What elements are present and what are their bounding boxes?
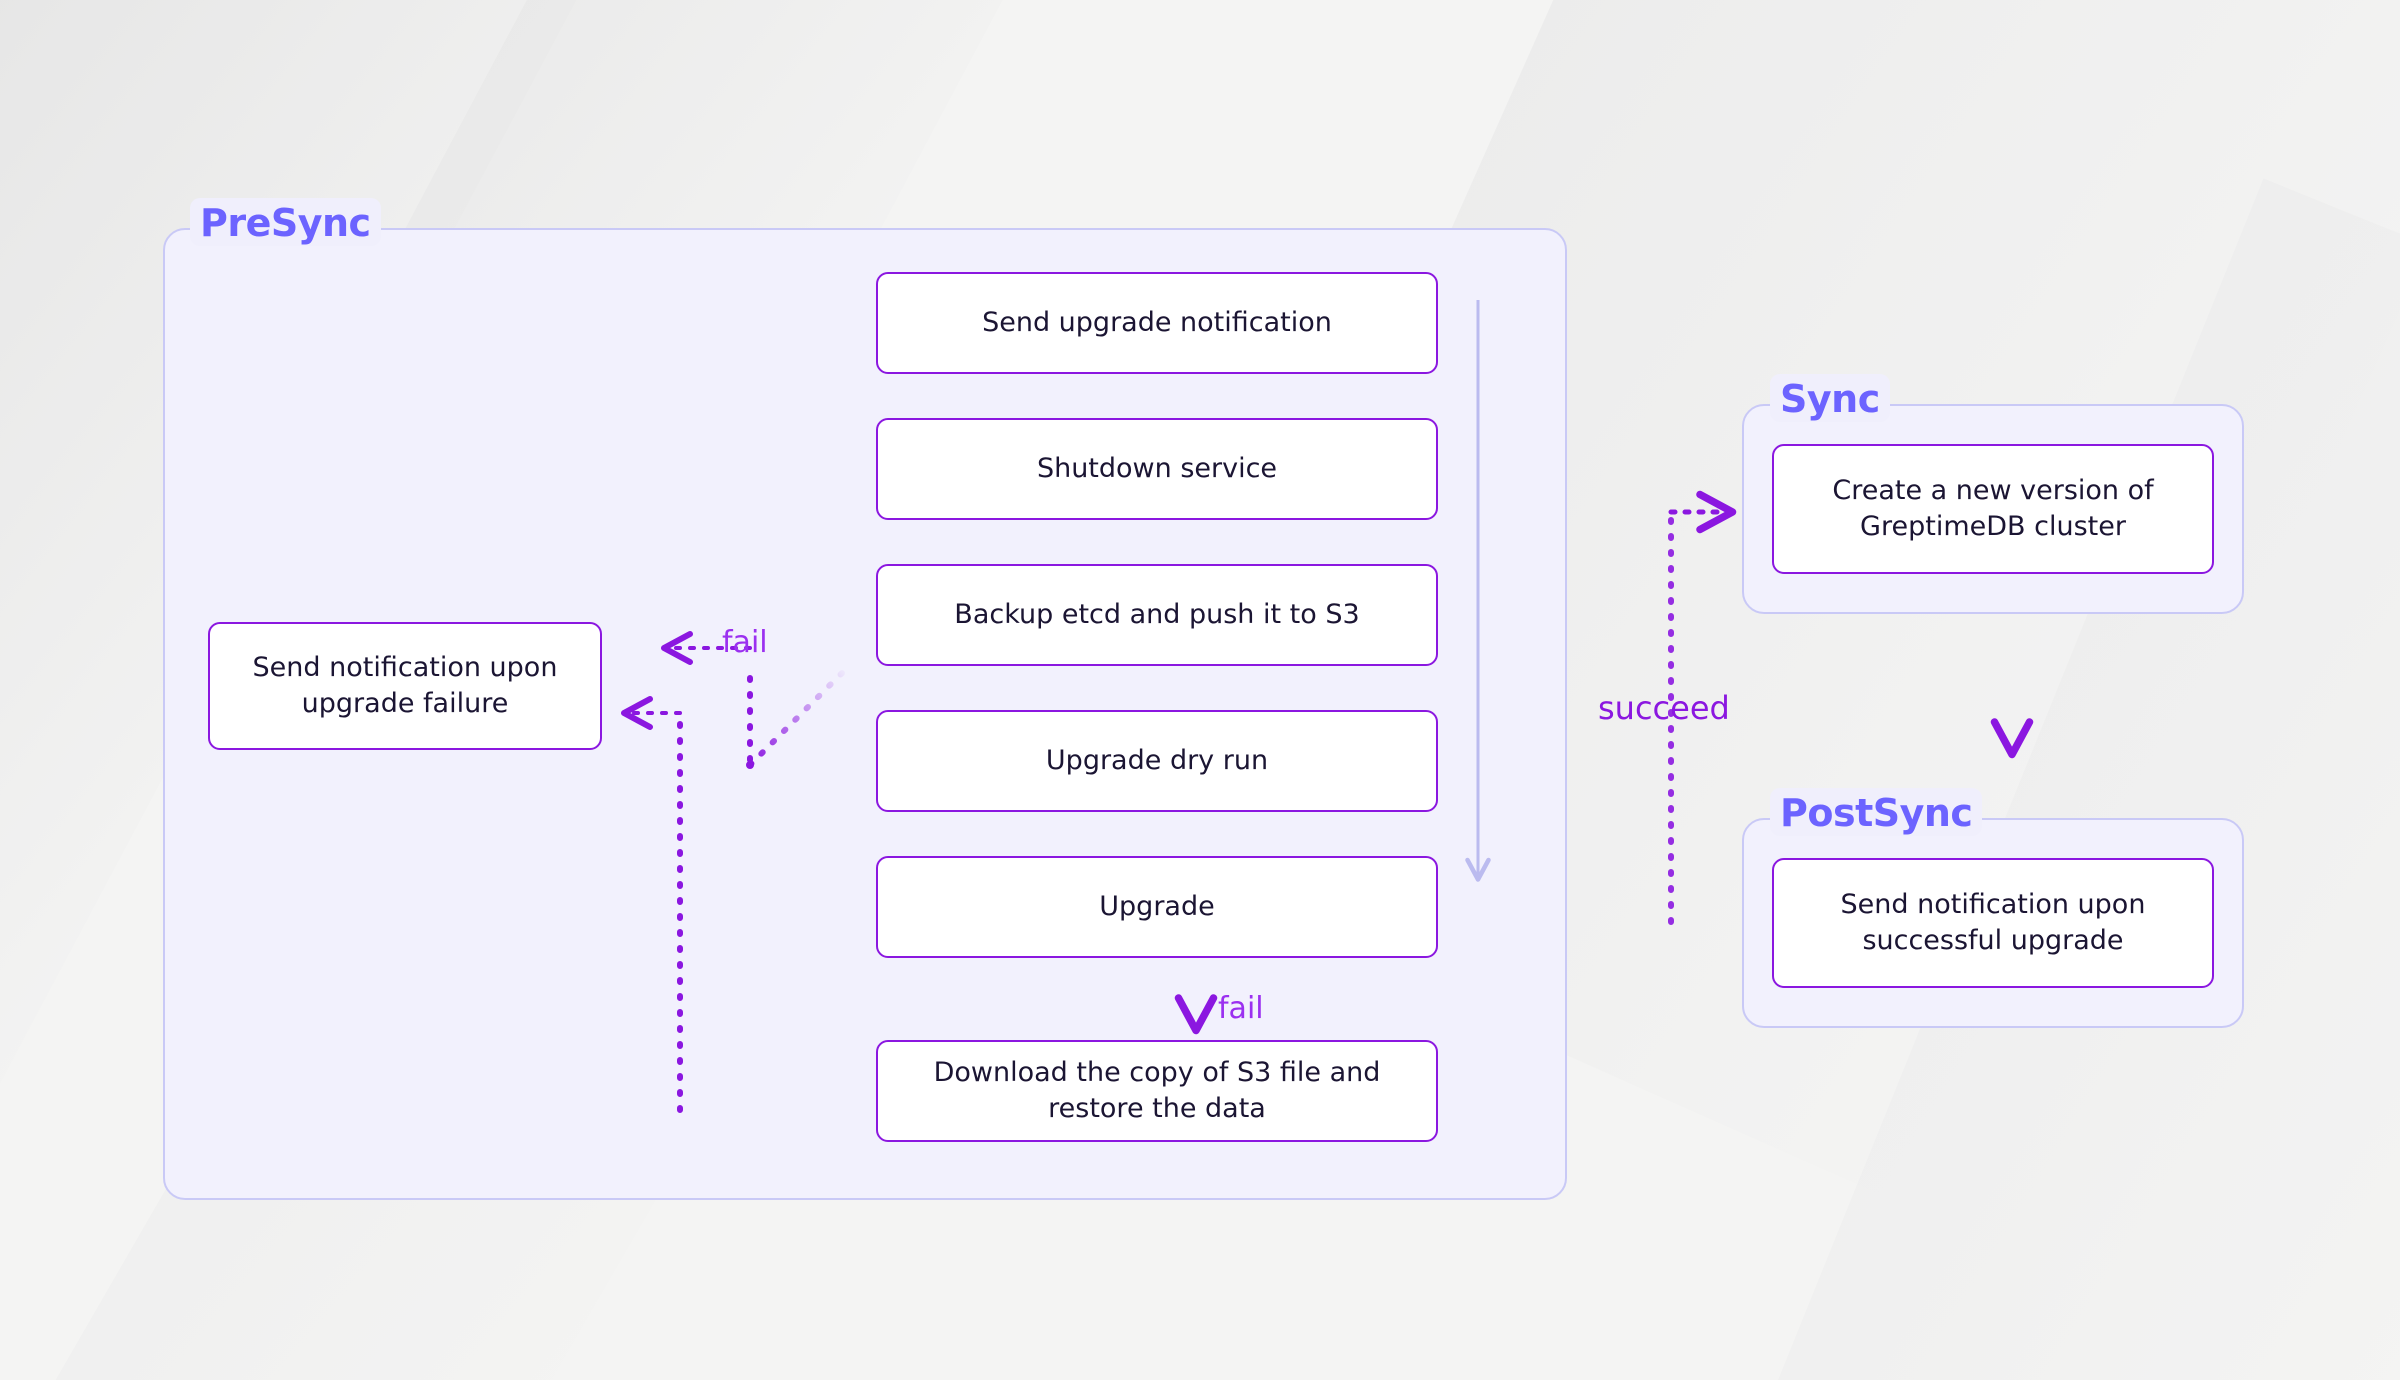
background-swoosh [1701,178,2400,1380]
diagram-canvas: PreSync Sync PostSync Send upgrade notif… [0,0,2400,1380]
edge-label-fail-bottom: fail [1218,991,1264,1026]
step-upgrade[interactable]: Upgrade [876,856,1438,958]
step-send-failure-notification[interactable]: Send notification upon upgrade failure [208,622,602,750]
phase-label-presync: PreSync [190,198,381,246]
step-shutdown-service[interactable]: Shutdown service [876,418,1438,520]
step-create-new-cluster-version[interactable]: Create a new version of GreptimeDB clust… [1772,444,2214,574]
phase-label-postsync: PostSync [1770,788,1983,836]
step-backup-etcd[interactable]: Backup etcd and push it to S3 [876,564,1438,666]
step-send-success-notification[interactable]: Send notification upon successful upgrad… [1772,858,2214,988]
step-upgrade-dry-run[interactable]: Upgrade dry run [876,710,1438,812]
phase-label-sync: Sync [1770,374,1890,422]
step-send-upgrade-notification[interactable]: Send upgrade notification [876,272,1438,374]
edge-label-fail-top: fail [722,625,768,660]
step-download-and-restore[interactable]: Download the copy of S3 file and restore… [876,1040,1438,1142]
edge-label-succeed: succeed [1598,689,1730,727]
